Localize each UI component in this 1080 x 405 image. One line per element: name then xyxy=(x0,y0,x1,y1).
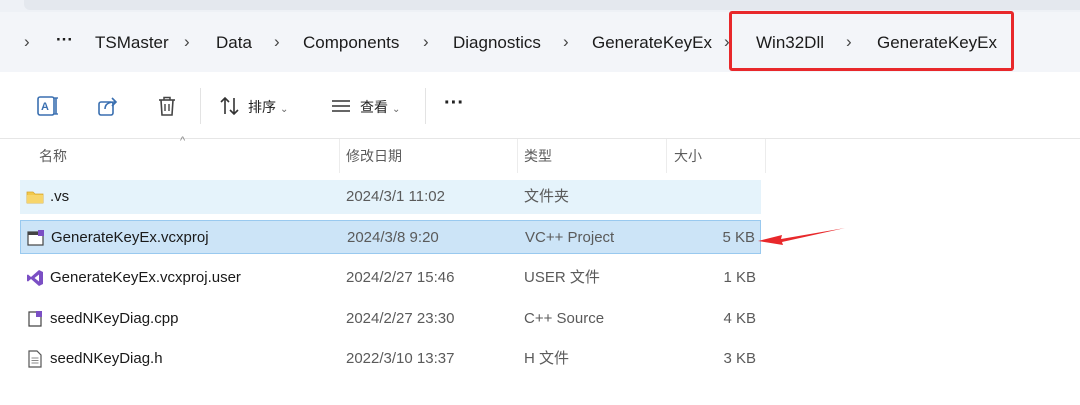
column-header-type[interactable]: 类型 xyxy=(524,139,552,173)
column-header-date[interactable]: 修改日期 xyxy=(346,139,402,173)
delete-icon[interactable] xyxy=(155,94,179,118)
cpp-file-icon xyxy=(26,310,44,328)
file-size: 1 KB xyxy=(723,269,756,286)
file-row[interactable]: seedNKeyDiag.h 2022/3/10 13:37 H 文件 3 KB xyxy=(20,342,761,376)
chevron-down-icon: ⌄ xyxy=(280,104,289,115)
sort-icon[interactable] xyxy=(218,94,242,118)
file-size: 4 KB xyxy=(723,310,756,327)
column-header-row: ^ 名称 修改日期 类型 大小 xyxy=(0,135,770,173)
breadcrumb-more-button[interactable]: ··· xyxy=(56,30,73,50)
tab-strip xyxy=(24,0,1080,10)
column-header-size[interactable]: 大小 xyxy=(674,139,702,173)
file-name: GenerateKeyEx.vcxproj xyxy=(51,229,209,246)
rename-icon[interactable]: A xyxy=(36,94,60,118)
column-header-name[interactable]: 名称 xyxy=(39,139,67,173)
file-date: 2024/2/27 23:30 xyxy=(346,310,455,327)
sort-button[interactable]: 排序 ⌄ xyxy=(248,97,288,117)
file-row[interactable]: .vs 2024/3/1 11:02 文件夹 xyxy=(20,180,761,214)
svg-text:A: A xyxy=(41,101,49,113)
file-date: 2024/3/8 9:20 xyxy=(347,229,439,246)
file-type: H 文件 xyxy=(524,350,570,367)
annotation-arrow-icon xyxy=(758,228,845,245)
column-divider[interactable] xyxy=(517,139,518,173)
breadcrumb-item-diagnostics[interactable]: Diagnostics xyxy=(453,33,541,53)
more-options-button[interactable]: ··· xyxy=(444,92,464,115)
breadcrumb-item-components[interactable]: Components xyxy=(303,33,399,53)
view-icon[interactable] xyxy=(329,94,353,118)
toolbar-divider xyxy=(425,88,426,124)
column-divider[interactable] xyxy=(339,139,340,173)
view-label: 查看 xyxy=(360,99,388,115)
file-type: VC++ Project xyxy=(525,229,615,246)
breadcrumb-item-generatekeyex[interactable]: GenerateKeyEx xyxy=(592,33,712,53)
file-row[interactable]: GenerateKeyEx.vcxproj.user 2024/2/27 15:… xyxy=(20,261,761,295)
toolbar-divider xyxy=(200,88,201,124)
file-size: 5 KB xyxy=(722,229,755,246)
breadcrumb-separator[interactable]: › xyxy=(274,32,280,52)
chevron-down-icon: ⌄ xyxy=(392,104,401,115)
file-row[interactable]: seedNKeyDiag.cpp 2024/2/27 23:30 C++ Sou… xyxy=(20,302,761,336)
annotation-highlight-box xyxy=(729,11,1014,71)
file-date: 2024/2/27 15:46 xyxy=(346,269,455,286)
file-date: 2024/3/1 11:02 xyxy=(346,188,445,205)
view-button[interactable]: 查看 ⌄ xyxy=(360,97,400,117)
header-file-icon xyxy=(26,350,44,368)
share-icon[interactable] xyxy=(96,94,120,118)
column-divider[interactable] xyxy=(666,139,667,173)
file-date: 2022/3/10 13:37 xyxy=(346,350,455,367)
folder-icon xyxy=(26,188,44,206)
file-type: C++ Source xyxy=(524,310,605,327)
file-type: 文件夹 xyxy=(524,188,570,205)
breadcrumb-separator[interactable]: › xyxy=(184,32,190,52)
file-type: USER 文件 xyxy=(524,269,600,286)
file-name: GenerateKeyEx.vcxproj.user xyxy=(50,269,241,286)
file-name: seedNKeyDiag.cpp xyxy=(50,310,179,327)
visual-studio-icon xyxy=(26,269,44,287)
file-name: seedNKeyDiag.h xyxy=(50,350,163,367)
breadcrumb-item-data[interactable]: Data xyxy=(216,33,252,53)
breadcrumb-separator[interactable]: › xyxy=(423,32,429,52)
vcxproj-icon xyxy=(27,229,45,247)
breadcrumb-item-tsmaster[interactable]: TSMaster xyxy=(95,33,169,53)
sort-label: 排序 xyxy=(248,99,276,115)
sort-ascending-icon: ^ xyxy=(180,135,186,147)
command-toolbar: A 排序 ⌄ 查看 ⌄ ··· xyxy=(0,72,1080,139)
breadcrumb-expand-chevron[interactable]: › xyxy=(24,32,30,52)
column-divider[interactable] xyxy=(765,139,766,173)
file-size: 3 KB xyxy=(723,350,756,367)
file-name: .vs xyxy=(50,188,70,205)
file-row-selected[interactable]: GenerateKeyEx.vcxproj 2024/3/8 9:20 VC++… xyxy=(20,220,761,254)
breadcrumb-separator[interactable]: › xyxy=(563,32,569,52)
